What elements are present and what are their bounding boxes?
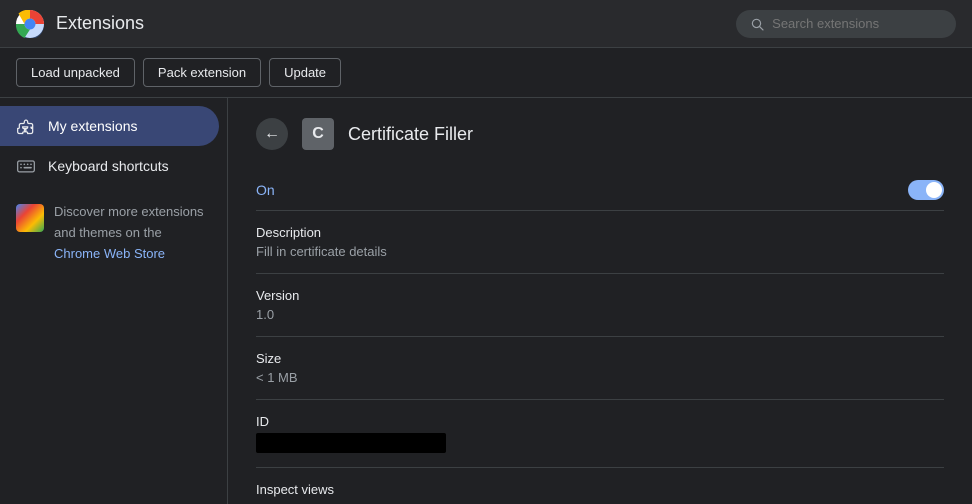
chrome-logo	[16, 10, 44, 38]
back-button[interactable]: ←	[256, 118, 288, 150]
sidebar-item-keyboard-shortcuts-label: Keyboard shortcuts	[48, 158, 169, 174]
chrome-webstore-icon	[16, 204, 44, 232]
search-icon	[750, 16, 764, 32]
content-area: ← C Certificate Filler On Description Fi…	[228, 98, 972, 504]
main-layout: My extensions Keyboard shortcuts Discove…	[0, 98, 972, 504]
inspect-views-label: Inspect views	[256, 482, 944, 497]
keyboard-icon	[16, 156, 36, 176]
description-label: Description	[256, 225, 944, 240]
discover-text: Discover more extensions and themes on t…	[54, 202, 211, 264]
extension-icon: C	[302, 118, 334, 150]
header: Extensions	[0, 0, 972, 48]
search-box[interactable]	[736, 10, 956, 38]
sidebar-item-my-extensions[interactable]: My extensions	[0, 106, 219, 146]
extension-header: ← C Certificate Filler	[256, 118, 944, 150]
search-input[interactable]	[772, 16, 942, 31]
chrome-web-store-link[interactable]: Chrome Web Store	[54, 246, 165, 261]
version-value: 1.0	[256, 307, 944, 322]
toolbar: Load unpacked Pack extension Update	[0, 48, 972, 98]
toggle-knob	[926, 182, 942, 198]
size-value: < 1 MB	[256, 370, 944, 385]
id-row: ID	[256, 400, 944, 468]
extension-title: Certificate Filler	[348, 124, 473, 145]
on-row: On	[256, 170, 944, 211]
load-unpacked-button[interactable]: Load unpacked	[16, 58, 135, 87]
size-row: Size < 1 MB	[256, 337, 944, 400]
version-row: Version 1.0	[256, 274, 944, 337]
puzzle-icon	[16, 116, 36, 136]
id-label: ID	[256, 414, 944, 429]
on-label: On	[256, 182, 275, 198]
version-label: Version	[256, 288, 944, 303]
sidebar-item-keyboard-shortcuts[interactable]: Keyboard shortcuts	[0, 146, 219, 186]
id-value-redacted	[256, 433, 446, 453]
sidebar-discover: Discover more extensions and themes on t…	[0, 186, 227, 280]
description-value: Fill in certificate details	[256, 244, 944, 259]
page-title: Extensions	[56, 13, 144, 34]
size-label: Size	[256, 351, 944, 366]
back-icon: ←	[264, 125, 280, 143]
description-row: Description Fill in certificate details	[256, 211, 944, 274]
inspect-views-row: Inspect views • service worker (Inactive…	[256, 468, 944, 504]
sidebar: My extensions Keyboard shortcuts Discove…	[0, 98, 228, 504]
pack-extension-button[interactable]: Pack extension	[143, 58, 261, 87]
sidebar-item-my-extensions-label: My extensions	[48, 118, 137, 134]
update-button[interactable]: Update	[269, 58, 341, 87]
enable-toggle[interactable]	[908, 180, 944, 200]
